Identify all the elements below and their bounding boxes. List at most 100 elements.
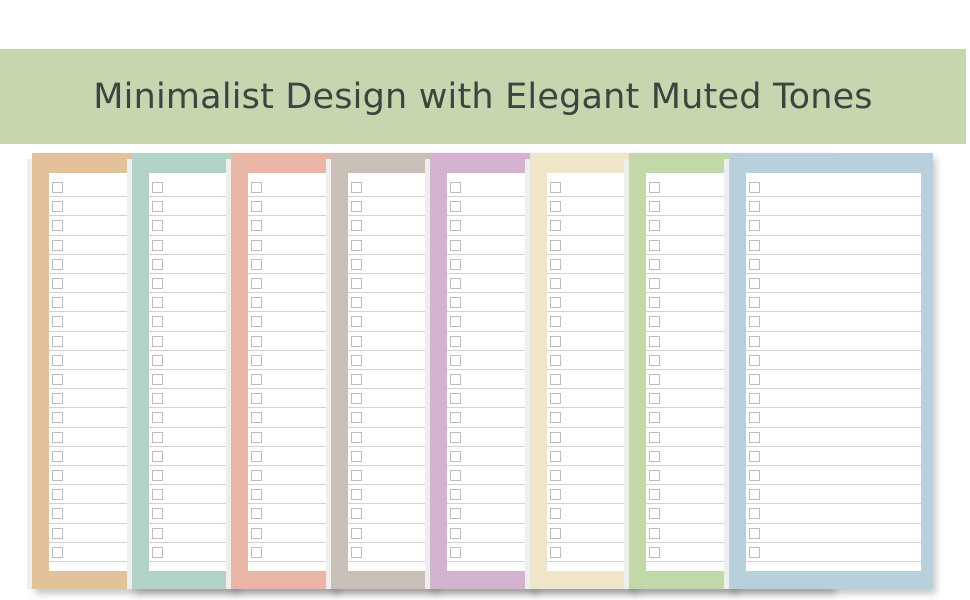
checkbox[interactable] [251,374,262,385]
checkbox[interactable] [748,239,760,251]
checkbox[interactable] [450,393,461,405]
checkbox[interactable] [649,393,660,405]
checkbox[interactable] [52,239,63,251]
checkbox[interactable] [350,508,362,520]
checkbox[interactable] [549,354,561,366]
checkbox[interactable] [251,470,262,481]
checkbox[interactable] [450,489,461,501]
checkbox[interactable] [52,450,63,462]
checkbox[interactable] [450,201,461,213]
checkbox[interactable] [151,258,163,270]
checkbox[interactable] [649,316,660,328]
checkbox[interactable] [151,220,163,232]
checkbox[interactable] [251,182,262,193]
checkbox[interactable] [748,527,760,539]
checkbox[interactable] [350,354,362,366]
checkbox[interactable] [350,220,362,232]
checkbox[interactable] [549,393,561,405]
checkbox[interactable] [549,220,561,232]
checkbox[interactable] [748,450,760,462]
checkbox[interactable] [748,201,760,213]
checkbox[interactable] [251,354,262,366]
checkbox[interactable] [151,201,163,213]
checkbox[interactable] [748,354,760,366]
checkbox[interactable] [748,182,760,193]
checkbox[interactable] [748,431,760,443]
checkbox[interactable] [450,335,461,347]
checkbox[interactable] [748,546,760,558]
checkbox[interactable] [251,489,262,501]
checkbox[interactable] [52,182,63,193]
checkbox[interactable] [151,182,163,193]
checkbox[interactable] [649,354,660,366]
checkbox[interactable] [52,278,63,289]
checkbox[interactable] [748,393,760,405]
checkbox[interactable] [52,335,63,347]
checkbox[interactable] [52,297,63,309]
checkbox[interactable] [450,412,461,424]
checkbox[interactable] [251,527,262,539]
checkbox[interactable] [350,546,362,558]
checkbox[interactable] [549,316,561,328]
checkbox[interactable] [151,393,163,405]
checkbox[interactable] [450,508,461,520]
checkbox[interactable] [52,393,63,405]
checkbox[interactable] [350,335,362,347]
checkbox[interactable] [251,508,262,520]
checkbox[interactable] [151,297,163,309]
checkbox[interactable] [549,450,561,462]
checkbox[interactable] [151,335,163,347]
checkbox[interactable] [649,297,660,309]
checkbox[interactable] [350,489,362,501]
checkbox[interactable] [52,431,63,443]
checkbox[interactable] [52,527,63,539]
checkbox[interactable] [251,258,262,270]
checkbox[interactable] [251,201,262,213]
checkbox[interactable] [350,470,362,481]
checkbox[interactable] [450,278,461,289]
checkbox[interactable] [450,546,461,558]
checkbox[interactable] [748,297,760,309]
checkbox[interactable] [649,258,660,270]
checkbox[interactable] [549,546,561,558]
checkbox[interactable] [251,546,262,558]
checkbox[interactable] [251,239,262,251]
checkbox[interactable] [52,546,63,558]
checkbox[interactable] [450,297,461,309]
checkbox[interactable] [350,239,362,251]
checkbox[interactable] [649,220,660,232]
checkbox[interactable] [151,278,163,289]
checkbox[interactable] [549,335,561,347]
checkbox[interactable] [251,316,262,328]
checkbox[interactable] [649,182,660,193]
checkbox[interactable] [52,258,63,270]
checkbox[interactable] [151,431,163,443]
checkbox[interactable] [649,412,660,424]
checkbox[interactable] [649,335,660,347]
checkbox[interactable] [649,470,660,481]
checkbox[interactable] [350,374,362,385]
checkbox[interactable] [450,354,461,366]
checkbox[interactable] [748,508,760,520]
checkbox[interactable] [151,374,163,385]
checkbox[interactable] [649,546,660,558]
checkbox[interactable] [450,450,461,462]
checkbox[interactable] [450,316,461,328]
checkbox[interactable] [649,374,660,385]
checkbox[interactable] [649,508,660,520]
checkbox[interactable] [649,489,660,501]
checkbox[interactable] [151,316,163,328]
checkbox[interactable] [251,297,262,309]
checkbox[interactable] [649,201,660,213]
checkbox[interactable] [52,374,63,385]
checkbox[interactable] [748,278,760,289]
checkbox[interactable] [350,393,362,405]
checkbox[interactable] [748,470,760,481]
checkbox[interactable] [151,412,163,424]
checkbox[interactable] [52,354,63,366]
checkbox[interactable] [52,470,63,481]
checkbox[interactable] [151,508,163,520]
checkbox[interactable] [52,201,63,213]
checkbox[interactable] [549,201,561,213]
checkbox[interactable] [450,182,461,193]
